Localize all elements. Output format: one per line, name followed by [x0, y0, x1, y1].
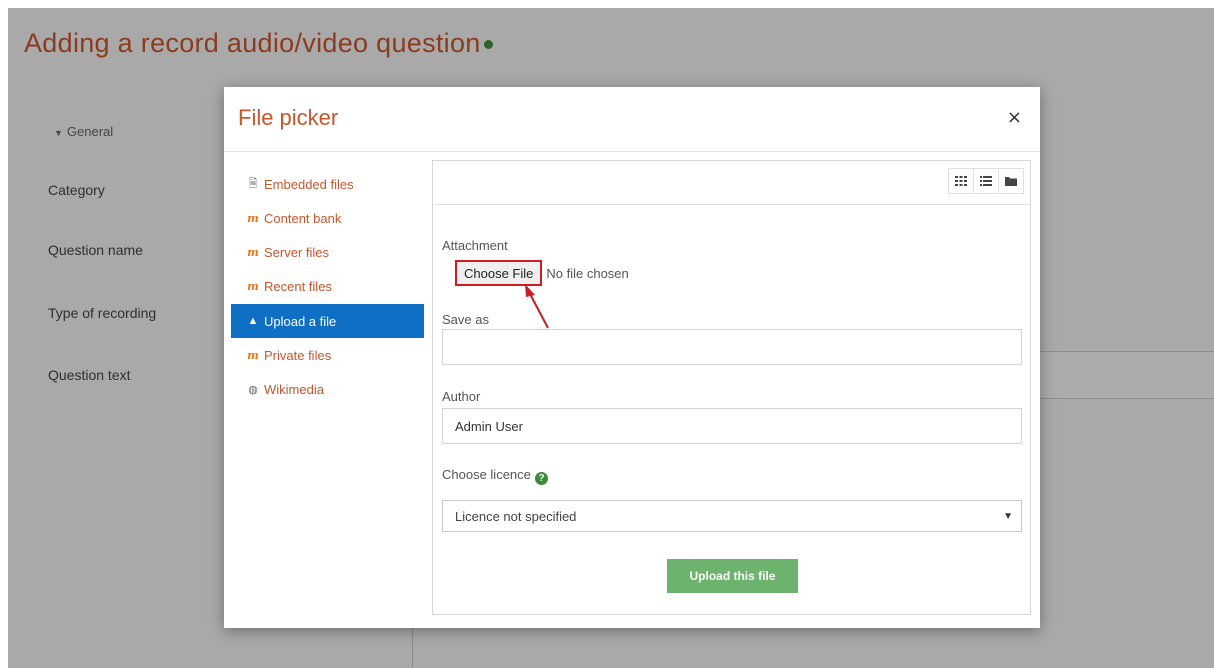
- file-icon: 🗎: [248, 177, 258, 190]
- moodle-icon: m: [247, 348, 259, 362]
- repo-item-upload-a-file[interactable]: ▲ Upload a file: [231, 304, 424, 338]
- repo-label: Embedded files: [264, 176, 354, 192]
- upload-icon: ▲: [247, 315, 259, 327]
- save-as-input[interactable]: [442, 329, 1022, 365]
- wikimedia-icon: ◍: [248, 383, 258, 396]
- repo-label: Wikimedia: [264, 381, 324, 397]
- moodle-icon: m: [247, 279, 259, 293]
- licence-label-row: Choose licence?: [442, 467, 548, 485]
- chevron-down-icon: ▼: [1003, 510, 1013, 522]
- file-picker-dialog: File picker × 🗎 Embedded files m Content…: [224, 87, 1040, 628]
- repo-item-wikimedia[interactable]: ◍ Wikimedia: [231, 372, 424, 406]
- list-view-icon[interactable]: [973, 168, 999, 194]
- licence-selected-value: Licence not specified: [455, 508, 577, 524]
- moodle-icon: m: [247, 211, 259, 225]
- author-input[interactable]: [442, 408, 1022, 444]
- repo-item-private-files[interactable]: m Private files: [231, 338, 424, 372]
- repo-label: Upload a file: [264, 313, 337, 329]
- repo-label: Private files: [264, 347, 332, 363]
- grid-view-icon[interactable]: [948, 168, 974, 194]
- attachment-label: Attachment: [442, 238, 508, 253]
- question-help-icon[interactable]: ?: [534, 472, 548, 485]
- save-as-label: Save as: [442, 312, 489, 327]
- repo-label: Recent files: [264, 278, 332, 294]
- page-background: Adding a record audio/video question ▼ Ge…: [8, 8, 1214, 668]
- repo-label: Content bank: [264, 210, 342, 226]
- repo-item-embedded-files[interactable]: 🗎 Embedded files: [231, 167, 424, 201]
- moodle-icon: m: [247, 245, 259, 259]
- author-label: Author: [442, 389, 481, 404]
- choose-file-button[interactable]: Choose File: [455, 260, 543, 286]
- repo-item-server-files[interactable]: m Server files: [231, 235, 424, 269]
- header-divider: [224, 151, 1040, 152]
- repo-label: Server files: [264, 244, 330, 260]
- file-input: Choose File No file chosen: [455, 260, 629, 286]
- no-file-chosen-text: No file chosen: [546, 265, 629, 281]
- repo-item-content-bank[interactable]: m Content bank: [231, 201, 424, 235]
- repo-item-recent-files[interactable]: m Recent files: [231, 269, 424, 303]
- upload-panel: Attachment Choose File No file chosen Sa…: [432, 160, 1031, 615]
- view-switcher: [948, 168, 1024, 194]
- licence-select[interactable]: Licence not specified ▼: [442, 500, 1022, 532]
- repository-list: 🗎 Embedded files m Content bank m Server…: [231, 167, 424, 406]
- dialog-title: File picker: [238, 105, 339, 130]
- view-toolbar: [433, 161, 1030, 205]
- upload-this-file-button[interactable]: Upload this file: [667, 559, 798, 593]
- close-icon[interactable]: ×: [1007, 109, 1022, 127]
- folder-view-icon[interactable]: [998, 168, 1024, 194]
- licence-label: Choose licence: [442, 467, 531, 482]
